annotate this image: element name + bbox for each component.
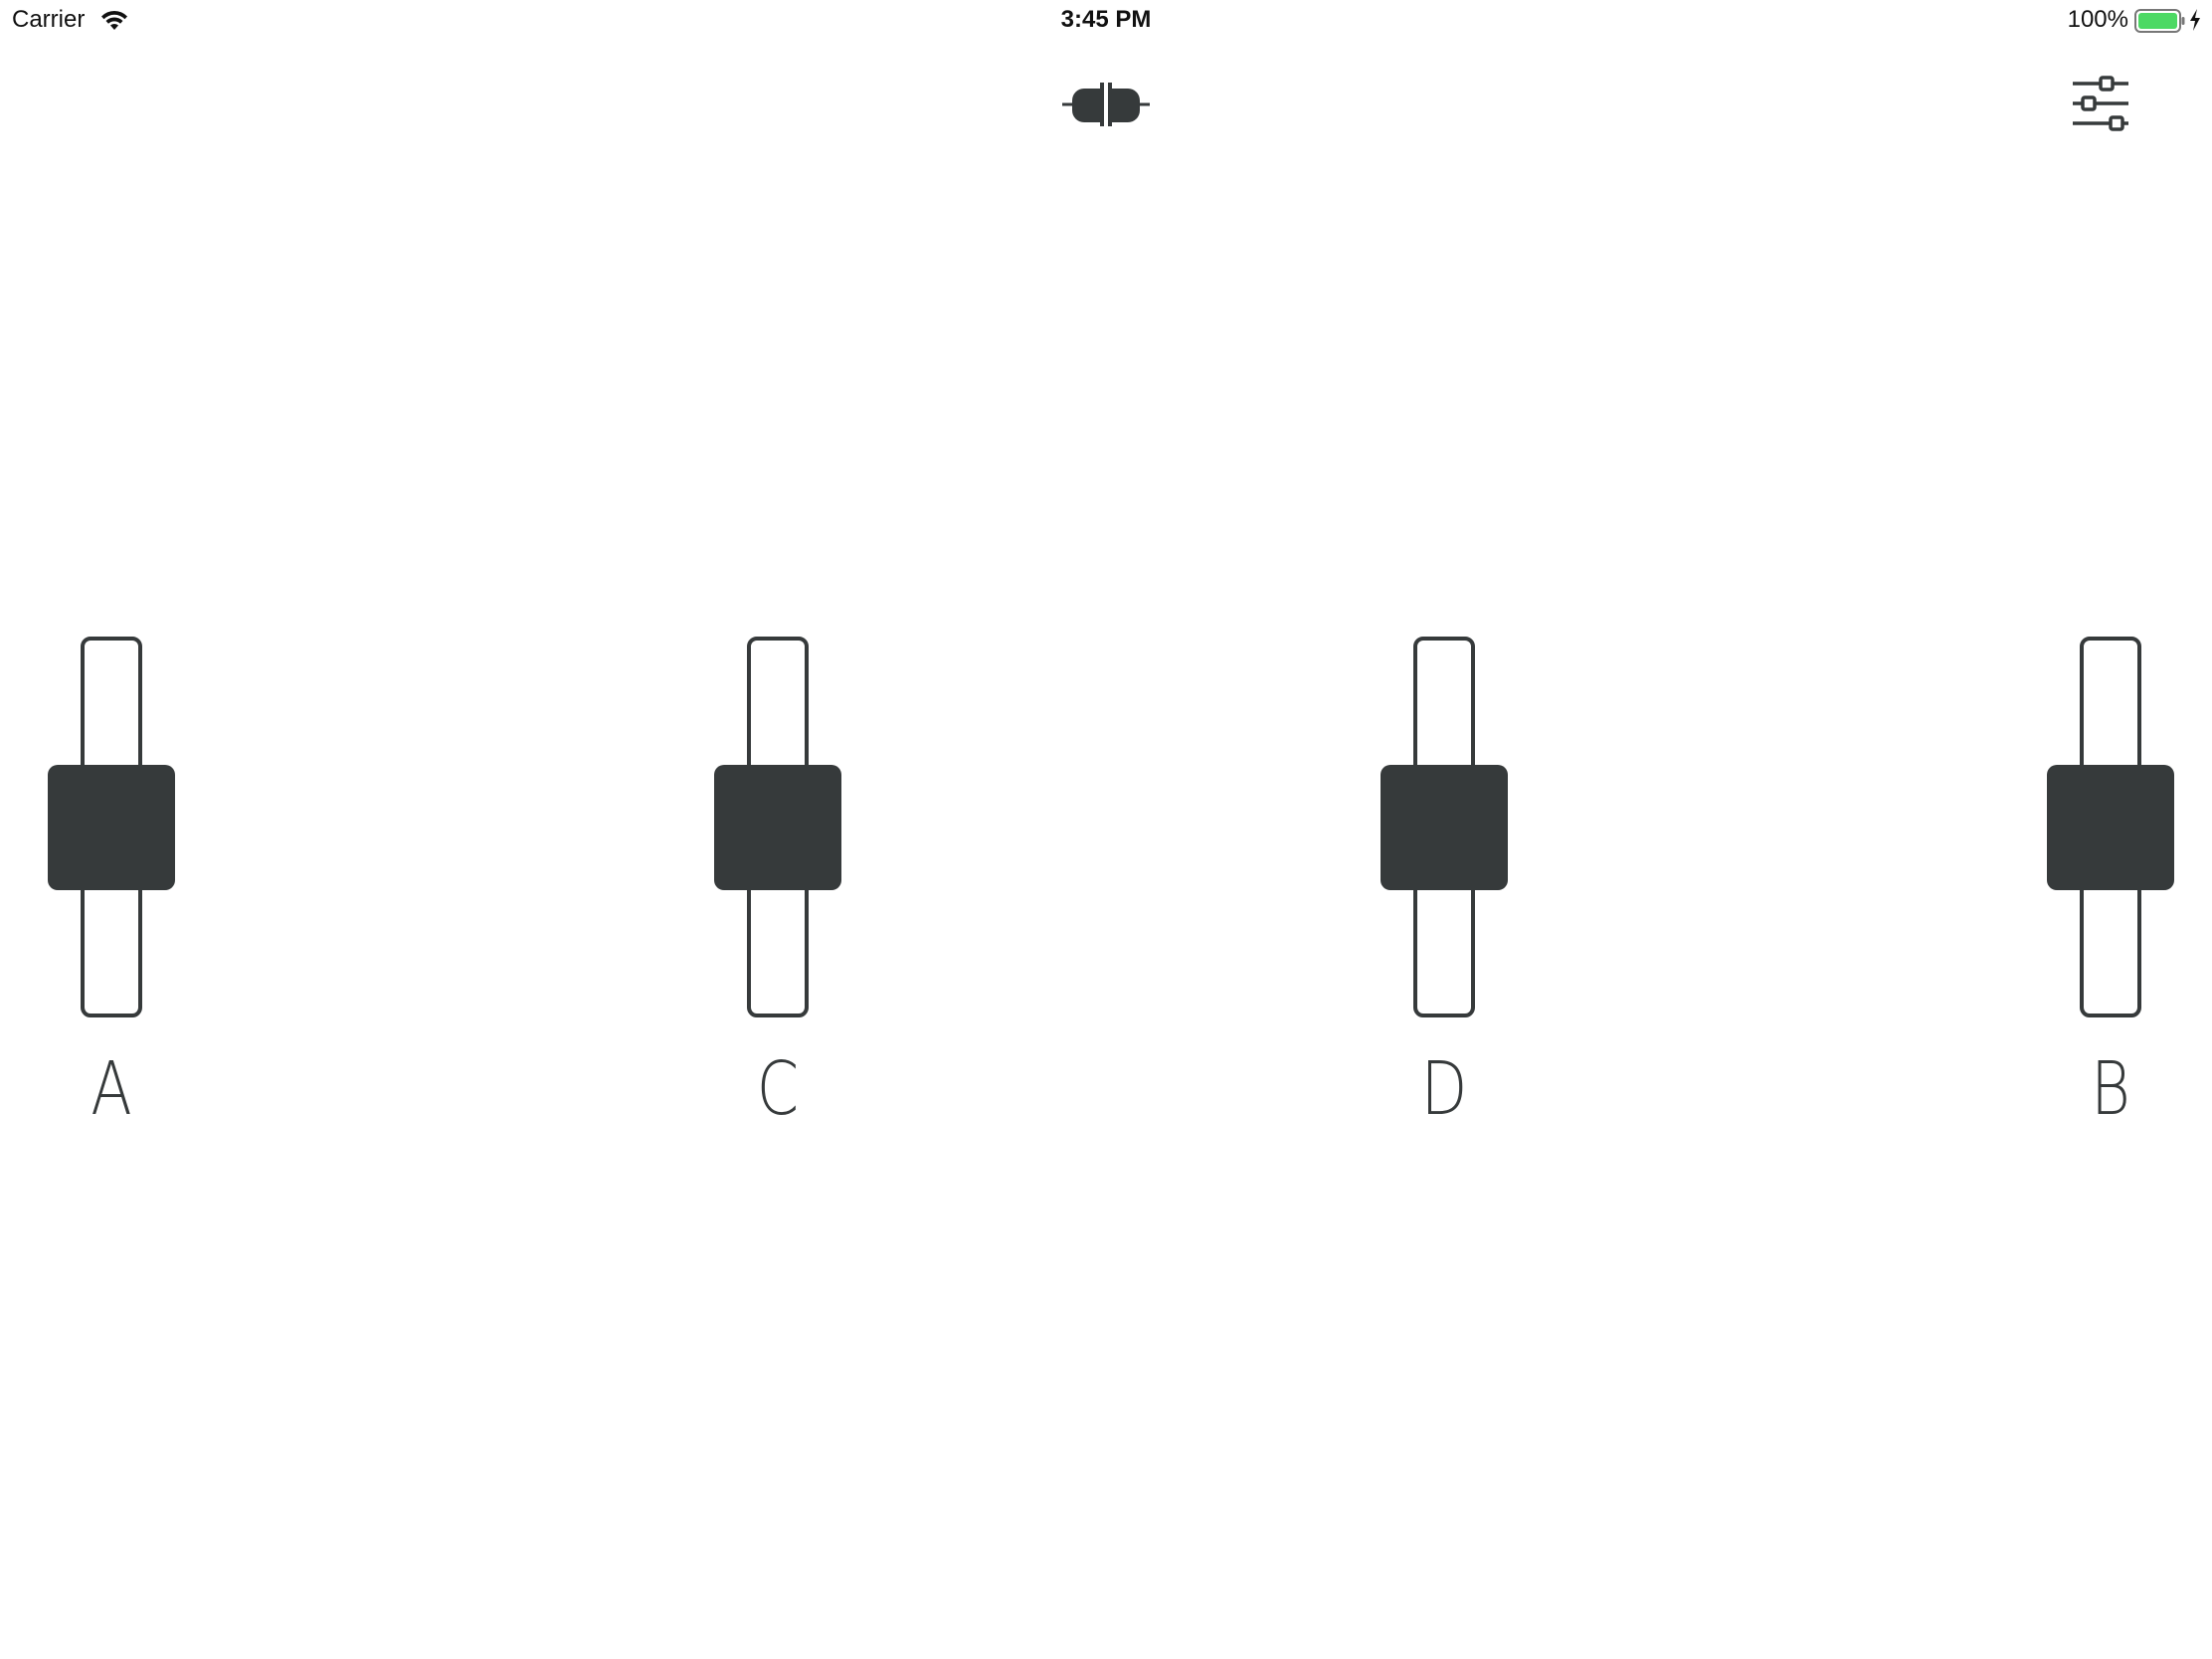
fader-c[interactable]: C [714,637,843,1132]
fader-thumb[interactable] [2047,764,2174,890]
status-bar: Carrier 3:45 PM 100% [0,0,2212,40]
plug-connector-icon [1062,83,1150,126]
fader-thumb[interactable] [1381,764,1508,890]
fader-thumb[interactable] [48,764,175,890]
fader-label: B [2091,1046,2130,1132]
fader-label: D [1420,1046,1468,1132]
status-time: 3:45 PM [1060,6,1152,33]
fader-d[interactable]: D [1381,637,1510,1132]
fader-b[interactable]: B [2047,637,2176,1132]
charging-bolt-icon [2190,9,2200,31]
settings-button[interactable] [2071,72,2130,135]
fader-thumb[interactable] [714,764,841,890]
sliders-settings-icon [2073,76,2128,131]
battery-percent: 100% [2067,6,2128,33]
fader-a[interactable]: A [48,637,177,1132]
fader-label: A [91,1046,132,1132]
battery-icon [2134,9,2185,33]
connect-button[interactable] [1062,80,1150,129]
fader-label: C [756,1046,800,1132]
